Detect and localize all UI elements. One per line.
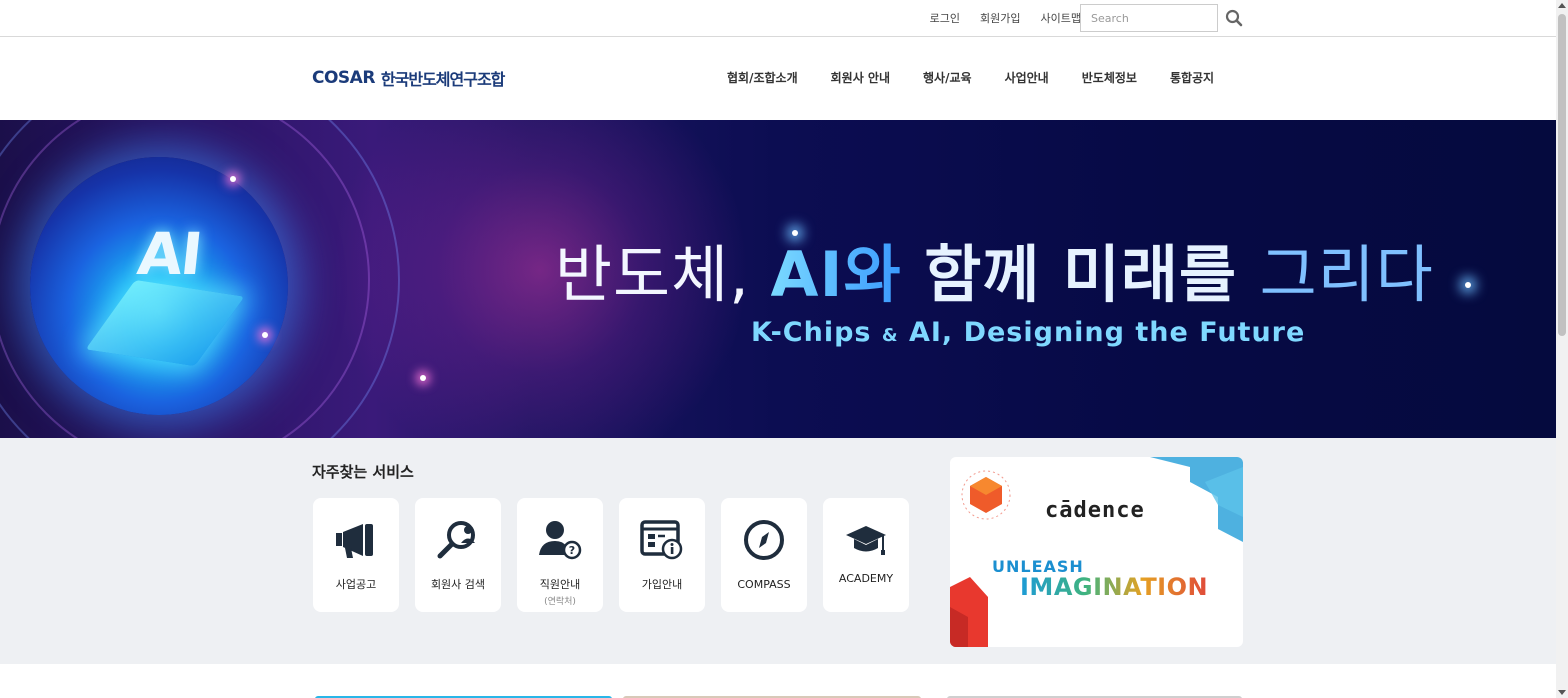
megaphone-icon	[332, 518, 380, 562]
ad-geometry	[950, 457, 1243, 647]
join-info-icon	[638, 518, 686, 562]
signup-link[interactable]: 회원가입	[980, 10, 1020, 26]
service-card-member-search[interactable]: 회원사 검색	[415, 498, 501, 612]
service-label: 가입안내	[641, 578, 683, 591]
service-label: 회원사 검색	[430, 578, 486, 591]
banner-subtitle-amp: &	[881, 325, 899, 346]
page-scrollbar[interactable]	[1556, 0, 1568, 698]
service-card-staff[interactable]: ? 직원안내 (연락처)	[517, 498, 603, 612]
nav-item-notices[interactable]: 통합공지	[1170, 69, 1214, 86]
scroll-down-icon[interactable]	[1558, 690, 1566, 695]
utility-bar: 로그인 회원가입 사이트맵	[0, 0, 1556, 37]
next-section-preview	[0, 664, 1556, 698]
scroll-up-icon[interactable]	[1558, 3, 1566, 8]
service-label: 직원안내	[539, 578, 581, 591]
service-card-announcements[interactable]: 사업공고	[313, 498, 399, 612]
site-header: COSAR 한국반도체연구조합 협회/조합소개 회원사 안내 행사/교육 사업안…	[0, 37, 1556, 120]
nav-item-business[interactable]: 사업안내	[1005, 69, 1049, 86]
search-icon[interactable]	[1225, 9, 1245, 29]
page: 로그인 회원가입 사이트맵 COSAR 한국반도체연구조합 협회/조합소개 회원…	[0, 0, 1568, 698]
svg-text:?: ?	[569, 544, 575, 557]
sitemap-link[interactable]: 사이트맵	[1041, 10, 1081, 26]
compass-icon	[740, 518, 788, 562]
logo-text: 한국반도체연구조합	[380, 70, 505, 89]
ad-line2: IMAGINATION	[1020, 573, 1209, 601]
member-search-icon	[434, 518, 482, 562]
logo-mark: COSAR	[312, 68, 375, 88]
sparkle	[1465, 282, 1471, 288]
site-logo[interactable]: COSAR 한국반도체연구조합	[312, 66, 505, 90]
graduation-cap-icon	[842, 518, 890, 562]
nav-item-members[interactable]: 회원사 안내	[831, 69, 890, 86]
service-card-join[interactable]: 가입안내	[619, 498, 705, 612]
sparkle	[420, 375, 426, 381]
cadence-ad-banner[interactable]: cādence UNLEASH IMAGINATION	[950, 457, 1243, 647]
ai-orb-text: AI	[134, 220, 205, 288]
banner-subtitle-b: AI, Designing the Future	[898, 317, 1306, 348]
nav-item-about[interactable]: 협회/조합소개	[727, 69, 798, 86]
service-label: COMPASS	[737, 578, 791, 591]
staff-info-icon: ?	[536, 518, 584, 562]
banner-title-part2: AI와	[770, 238, 925, 311]
banner-title-part1: 반도체,	[555, 238, 771, 311]
banner-title-part4: 그리다	[1259, 238, 1434, 311]
login-link[interactable]: 로그인	[930, 10, 960, 26]
service-card-academy[interactable]: ACADEMY	[823, 498, 909, 612]
service-sublabel: (연락처)	[544, 597, 576, 607]
banner-title-part3: 함께 미래를	[924, 238, 1260, 311]
utility-links: 로그인 회원가입 사이트맵	[930, 10, 1081, 26]
service-label: ACADEMY	[838, 572, 894, 585]
hero-banner[interactable]: AI 반도체, AI와 함께 미래를 그리다 K-Chips & AI, Des…	[0, 120, 1556, 438]
frequent-services-section: 자주찾는 서비스 사업공고 회원사 검색 ? 직원안내 (연락처) 가입안내 C…	[0, 438, 1556, 664]
banner-subtitle-a: K-Chips	[751, 317, 882, 348]
service-label: 사업공고	[335, 578, 377, 591]
scroll-thumb[interactable]	[1558, 14, 1566, 336]
sparkle	[262, 332, 268, 338]
banner-title: 반도체, AI와 함께 미래를 그리다	[555, 224, 1434, 314]
ad-brand: cādence	[1045, 498, 1145, 523]
services-list: 사업공고 회원사 검색 ? 직원안내 (연락처) 가입안내 COMPASS AC…	[313, 498, 909, 612]
nav-item-events[interactable]: 행사/교육	[923, 69, 972, 86]
nav-item-semiconductor-info[interactable]: 반도체정보	[1082, 69, 1137, 86]
search-input[interactable]	[1080, 4, 1218, 32]
sparkle	[230, 176, 236, 182]
banner-subtitle: K-Chips & AI, Designing the Future	[751, 317, 1305, 348]
service-card-compass[interactable]: COMPASS	[721, 498, 807, 612]
main-nav: 협회/조합소개 회원사 안내 행사/교육 사업안내 반도체정보 통합공지	[727, 69, 1214, 86]
services-title: 자주찾는 서비스	[312, 463, 414, 481]
